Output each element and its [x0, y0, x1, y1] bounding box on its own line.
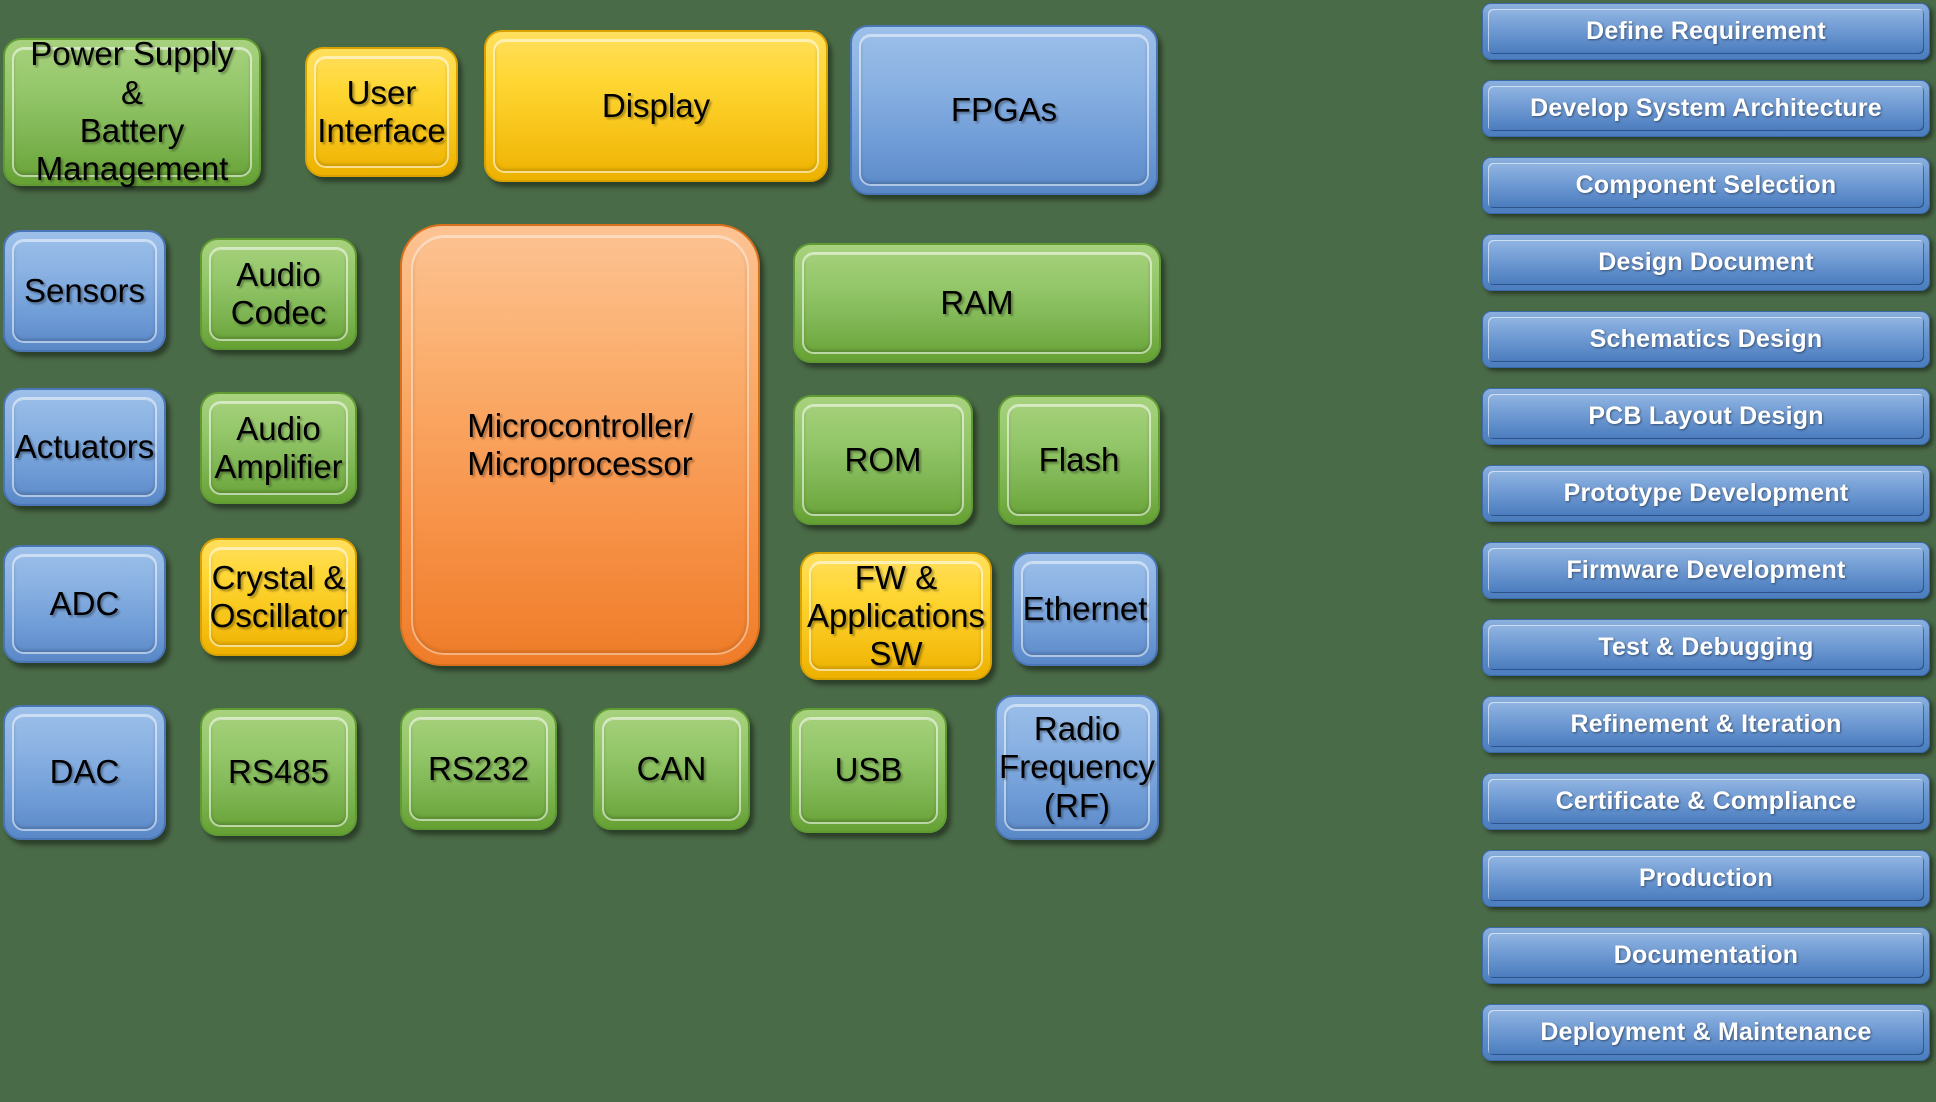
- block-label: Power Supply & Battery Management: [30, 35, 234, 188]
- block-label: FW & Applications SW: [807, 558, 985, 673]
- block-label: User Interface: [317, 73, 446, 149]
- block-label: ROM: [844, 440, 922, 478]
- embedded-system-block-diagram: Power Supply & Battery Management User In…: [0, 0, 1936, 1102]
- process-step-certificate-compliance[interactable]: Certificate & Compliance: [1482, 773, 1930, 830]
- block-label: RS232: [428, 749, 529, 787]
- block-adc[interactable]: ADC: [3, 545, 166, 663]
- process-step-schematics-design[interactable]: Schematics Design: [1482, 311, 1930, 368]
- block-flash[interactable]: Flash: [998, 395, 1160, 525]
- process-step-label: Refinement & Iteration: [1570, 710, 1842, 738]
- process-step-component-selection[interactable]: Component Selection: [1482, 157, 1930, 214]
- block-usb[interactable]: USB: [790, 708, 947, 833]
- block-ethernet[interactable]: Ethernet: [1012, 552, 1158, 666]
- block-can[interactable]: CAN: [593, 708, 750, 830]
- block-label: Microcontroller/ Microprocessor: [467, 406, 693, 482]
- block-audio-codec[interactable]: Audio Codec: [200, 238, 357, 350]
- process-step-label: PCB Layout Design: [1588, 402, 1824, 430]
- process-step-design-document[interactable]: Design Document: [1482, 234, 1930, 291]
- block-label: FPGAs: [950, 90, 1058, 128]
- block-label: Flash: [1038, 440, 1120, 478]
- block-ram[interactable]: RAM: [793, 243, 1161, 363]
- block-fw-applications-sw[interactable]: FW & Applications SW: [800, 552, 992, 680]
- process-step-firmware-development[interactable]: Firmware Development: [1482, 542, 1930, 599]
- process-step-label: Firmware Development: [1566, 556, 1846, 584]
- process-step-label: Schematics Design: [1589, 325, 1823, 353]
- block-label: USB: [834, 751, 903, 789]
- block-label: Crystal & Oscillator: [209, 558, 348, 634]
- block-label: RAM: [940, 283, 1014, 321]
- block-rs485[interactable]: RS485: [200, 708, 357, 836]
- block-power-supply-battery-management[interactable]: Power Supply & Battery Management: [3, 35, 261, 188]
- process-step-label: Documentation: [1613, 941, 1799, 969]
- block-display[interactable]: Display: [484, 30, 828, 182]
- block-label: Audio Amplifier: [214, 409, 343, 485]
- block-label: Actuators: [14, 427, 155, 465]
- process-step-develop-system-architecture[interactable]: Develop System Architecture: [1482, 80, 1930, 137]
- block-sensors[interactable]: Sensors: [3, 230, 166, 352]
- block-rs232[interactable]: RS232: [400, 708, 557, 830]
- block-label: ADC: [49, 584, 120, 622]
- block-label: Display: [601, 86, 711, 124]
- process-step-prototype-development[interactable]: Prototype Development: [1482, 465, 1930, 522]
- block-user-interface[interactable]: User Interface: [305, 47, 458, 177]
- process-step-pcb-layout-design[interactable]: PCB Layout Design: [1482, 388, 1930, 445]
- process-step-documentation[interactable]: Documentation: [1482, 927, 1930, 984]
- process-step-label: Certificate & Compliance: [1555, 787, 1857, 815]
- block-radio-frequency-rf[interactable]: Radio Frequency (RF): [995, 695, 1159, 840]
- block-label: CAN: [636, 749, 707, 787]
- process-step-production[interactable]: Production: [1482, 850, 1930, 907]
- block-label: DAC: [49, 753, 120, 791]
- block-fpgas[interactable]: FPGAs: [850, 25, 1158, 195]
- block-label: RS485: [228, 752, 329, 790]
- process-step-label: Prototype Development: [1563, 479, 1849, 507]
- process-step-label: Design Document: [1598, 248, 1814, 276]
- block-label: Sensors: [23, 271, 146, 309]
- block-label: Radio Frequency (RF): [999, 710, 1155, 824]
- block-rom[interactable]: ROM: [793, 395, 973, 525]
- process-step-label: Test & Debugging: [1598, 633, 1814, 661]
- process-step-label: Component Selection: [1575, 171, 1837, 199]
- process-step-refinement-iteration[interactable]: Refinement & Iteration: [1482, 696, 1930, 753]
- block-microcontroller-microprocessor[interactable]: Microcontroller/ Microprocessor: [400, 224, 760, 666]
- process-step-test-debugging[interactable]: Test & Debugging: [1482, 619, 1930, 676]
- process-step-label: Define Requirement: [1586, 17, 1826, 45]
- block-label: Audio Codec: [230, 255, 327, 331]
- block-crystal-oscillator[interactable]: Crystal & Oscillator: [200, 538, 357, 656]
- process-step-deployment-maintenance[interactable]: Deployment & Maintenance: [1482, 1004, 1930, 1061]
- process-step-label: Deployment & Maintenance: [1540, 1018, 1872, 1046]
- block-audio-amplifier[interactable]: Audio Amplifier: [200, 392, 357, 504]
- block-actuators[interactable]: Actuators: [3, 388, 166, 506]
- block-label: Ethernet: [1022, 589, 1148, 627]
- block-dac[interactable]: DAC: [3, 705, 166, 840]
- process-step-label: Production: [1639, 864, 1773, 892]
- process-step-define-requirement[interactable]: Define Requirement: [1482, 3, 1930, 60]
- process-step-label: Develop System Architecture: [1530, 94, 1882, 122]
